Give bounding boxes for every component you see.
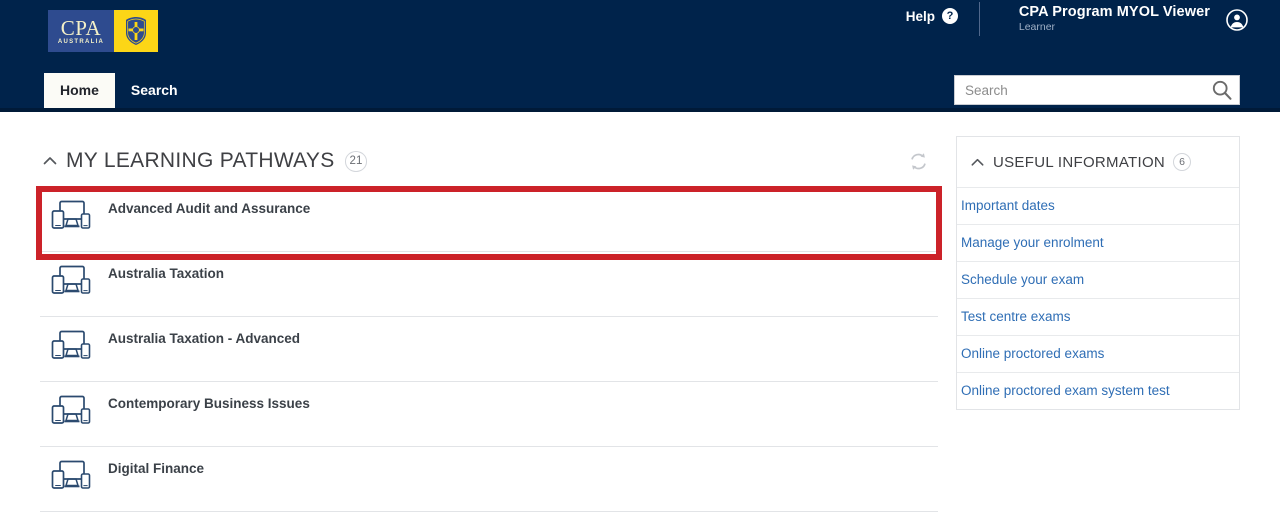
list-item-label: Digital Finance: [108, 461, 205, 476]
question-mark-circle-icon[interactable]: ?: [942, 8, 958, 24]
cpa-australia-logo[interactable]: CPA AUSTRALIA: [48, 10, 158, 52]
refresh-icon[interactable]: [908, 151, 930, 173]
multi-device-icon: [50, 395, 94, 429]
logo-subtext: AUSTRALIA: [57, 38, 105, 45]
crest-emblem-icon: [114, 10, 158, 52]
tab-home[interactable]: Home: [44, 73, 115, 108]
site-header: CPA AUSTRALIA Help ? CPA Program MYOL Vi…: [0, 0, 1280, 108]
list-item-label: Australia Taxation: [108, 266, 225, 281]
main-nav-tabs: Home Search: [44, 72, 194, 108]
header-divider: [979, 2, 980, 36]
pathways-panel-header: MY LEARNING PATHWAYS 21: [40, 136, 938, 186]
chevron-up-icon[interactable]: [967, 152, 987, 172]
list-item[interactable]: Australia Taxation - Advanced: [40, 317, 938, 382]
multi-device-icon: [50, 460, 94, 494]
pathways-count-badge: 21: [344, 150, 368, 172]
app-identity: CPA Program MYOL Viewer Learner: [1019, 4, 1210, 33]
info-link-manage-enrolment[interactable]: Manage your enrolment: [957, 224, 1239, 261]
search-icon[interactable]: [1205, 76, 1239, 104]
search-input[interactable]: [955, 82, 1205, 98]
multi-device-icon: [50, 330, 94, 364]
list-item[interactable]: Australia Taxation: [40, 252, 938, 317]
info-link-test-centre-exams[interactable]: Test centre exams: [957, 298, 1239, 335]
app-role-subtitle: Learner: [1018, 21, 1056, 33]
list-item-label: Australia Taxation - Advanced: [108, 331, 301, 346]
info-link-online-proctored-exams[interactable]: Online proctored exams: [957, 335, 1239, 372]
header-search-box[interactable]: [954, 75, 1240, 105]
help-label: Help: [905, 8, 935, 24]
list-item-label: Contemporary Business Issues: [108, 396, 310, 411]
logo-text: CPA: [60, 15, 102, 40]
info-count-badge: 6: [1173, 153, 1192, 171]
info-panel-header: USEFUL INFORMATION 6: [957, 137, 1239, 187]
list-item[interactable]: Digital Finance: [40, 447, 938, 512]
page-title: MY LEARNING PATHWAYS: [66, 149, 335, 172]
list-item[interactable]: Contemporary Business Issues: [40, 382, 938, 447]
list-item-label: Advanced Audit and Assurance: [108, 201, 311, 216]
pathway-list: Advanced Audit and Assurance Australia T…: [40, 186, 938, 512]
useful-information-panel: USEFUL INFORMATION 6 Important dates Man…: [956, 136, 1240, 410]
logo-wordmark: CPA AUSTRALIA: [48, 10, 114, 52]
multi-device-icon: [50, 200, 94, 234]
info-link-important-dates[interactable]: Important dates: [957, 187, 1239, 224]
multi-device-icon: [50, 265, 94, 299]
my-learning-pathways-panel: MY LEARNING PATHWAYS 21 Advanced Audit a…: [40, 136, 938, 512]
info-panel-title: USEFUL INFORMATION: [993, 153, 1166, 171]
list-item[interactable]: Advanced Audit and Assurance: [40, 187, 938, 252]
page-content: MY LEARNING PATHWAYS 21 Advanced Audit a…: [0, 112, 1280, 522]
tab-search[interactable]: Search: [115, 73, 194, 108]
info-link-schedule-exam[interactable]: Schedule your exam: [957, 261, 1239, 298]
user-avatar-icon[interactable]: [1226, 9, 1248, 31]
info-link-online-proctored-system-test[interactable]: Online proctored exam system test: [957, 372, 1239, 409]
app-title: CPA Program MYOL Viewer: [1018, 4, 1210, 20]
chevron-up-icon[interactable]: [40, 151, 60, 171]
help-link[interactable]: Help ?: [906, 8, 958, 24]
